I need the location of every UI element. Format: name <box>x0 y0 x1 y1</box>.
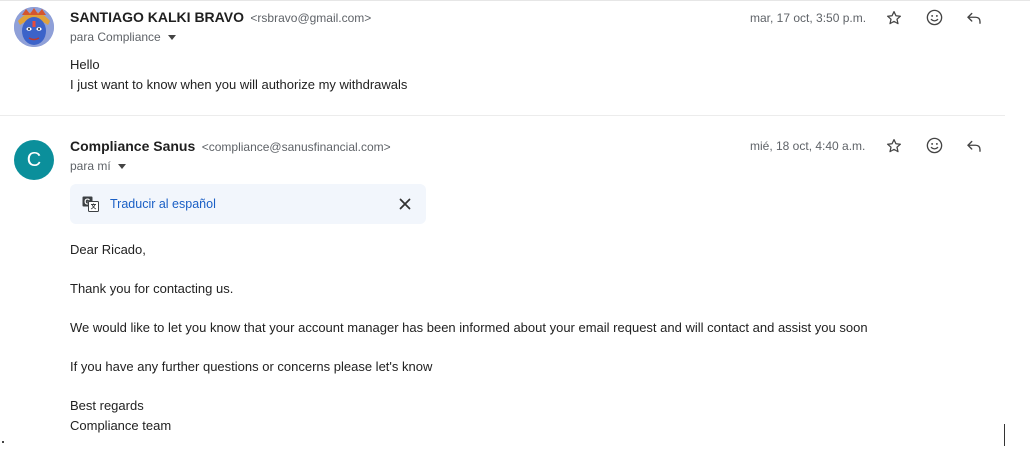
corner-mark <box>2 441 4 443</box>
emoji-reaction-button[interactable] <box>922 5 946 29</box>
message-body-line: Dear Ricado, <box>70 242 146 257</box>
sender-avatar[interactable] <box>14 7 54 47</box>
sender-name: Compliance Sanus <box>70 138 196 154</box>
text-cursor <box>1004 424 1005 446</box>
star-button[interactable] <box>882 134 906 158</box>
sender-name: SANTIAGO KALKI BRAVO <box>70 9 244 25</box>
sender-email: <rsbravo@gmail.com> <box>250 11 372 25</box>
recipient-toggle[interactable]: para mí <box>70 159 126 173</box>
sender-line: SANTIAGO KALKI BRAVO <rsbravo@gmail.com> <box>70 9 371 27</box>
recipient-toggle[interactable]: para Compliance <box>70 30 176 44</box>
translate-icon: G <box>82 196 99 212</box>
translate-banner: G Traducir al español <box>70 184 426 224</box>
reply-button[interactable] <box>962 6 986 30</box>
message-body-line: Best regards <box>70 398 144 413</box>
avatar-image <box>14 7 54 47</box>
message-body-line: Hello <box>70 57 100 72</box>
chevron-down-icon <box>117 164 126 169</box>
reply-button[interactable] <box>962 134 986 158</box>
sender-avatar[interactable]: C <box>14 140 54 180</box>
message-date: mar, 17 oct, 3:50 p.m. <box>750 11 867 25</box>
chevron-down-icon <box>167 35 176 40</box>
star-icon <box>886 10 902 25</box>
emoji-icon <box>926 9 942 25</box>
message-date: mié, 18 oct, 4:40 a.m. <box>750 139 866 153</box>
close-translate-button[interactable] <box>396 195 414 213</box>
top-divider <box>0 0 1030 1</box>
message-body-line: Compliance team <box>70 418 172 433</box>
message-body-line: If you have any further questions or con… <box>70 359 433 374</box>
recipient-label: para Compliance <box>70 30 161 44</box>
reply-icon <box>967 12 981 24</box>
message-body-line: I just want to know when you will author… <box>70 77 408 92</box>
emoji-icon <box>926 137 942 153</box>
close-icon <box>399 198 411 210</box>
sender-line: Compliance Sanus <compliance@sanusfinanc… <box>70 138 391 156</box>
sender-email: <compliance@sanusfinancial.com> <box>201 140 391 154</box>
reply-icon <box>967 140 981 152</box>
emoji-reaction-button[interactable] <box>922 133 946 157</box>
recipient-label: para mí <box>70 159 111 173</box>
star-icon <box>886 138 902 153</box>
message-body-line: We would like to let you know that your … <box>70 320 868 335</box>
message-body-line: Thank you for contacting us. <box>70 281 234 296</box>
star-button[interactable] <box>882 6 906 30</box>
translate-link[interactable]: Traducir al español <box>110 197 216 211</box>
message-divider <box>0 115 1005 116</box>
